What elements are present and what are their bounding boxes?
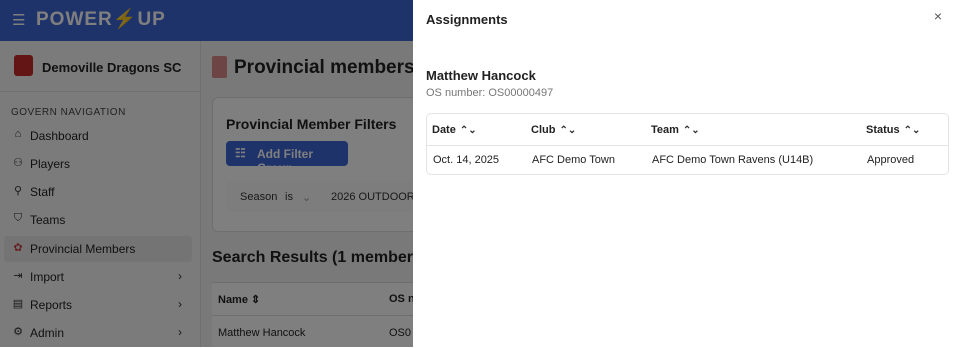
cell-date: Oct. 14, 2025: [433, 154, 500, 166]
close-icon[interactable]: ×: [930, 8, 946, 24]
cell-status: Approved: [867, 154, 915, 166]
assignments-table: Date ⌃⌄ Club ⌃⌄ Team ⌃⌄ Status ⌃⌄ Oct. 14, 2…: [426, 113, 949, 175]
cell-team: AFC Demo Town Ravens (U14B): [652, 154, 814, 166]
column-header-team[interactable]: Team ⌃⌄: [651, 124, 700, 136]
cell-club: AFC Demo Town: [532, 154, 615, 166]
os-number: OS number: OS00000497: [426, 87, 554, 99]
sort-icon: ⌃⌄: [559, 125, 577, 136]
sort-icon: ⌃⌄: [903, 125, 921, 136]
sort-icon: ⌃⌄: [682, 125, 700, 136]
column-header-status[interactable]: Status ⌃⌄: [866, 124, 920, 136]
sort-icon: ⌃⌄: [459, 125, 477, 136]
drawer-title: Assignments: [426, 12, 508, 27]
divider: [427, 145, 948, 146]
column-header-club[interactable]: Club ⌃⌄: [531, 124, 576, 136]
modal-backdrop[interactable]: [0, 0, 413, 347]
column-header-date[interactable]: Date ⌃⌄: [432, 124, 477, 136]
member-name: Matthew Hancock: [426, 68, 536, 83]
assignments-drawer: Assignments × Matthew Hancock OS number:…: [413, 0, 954, 347]
